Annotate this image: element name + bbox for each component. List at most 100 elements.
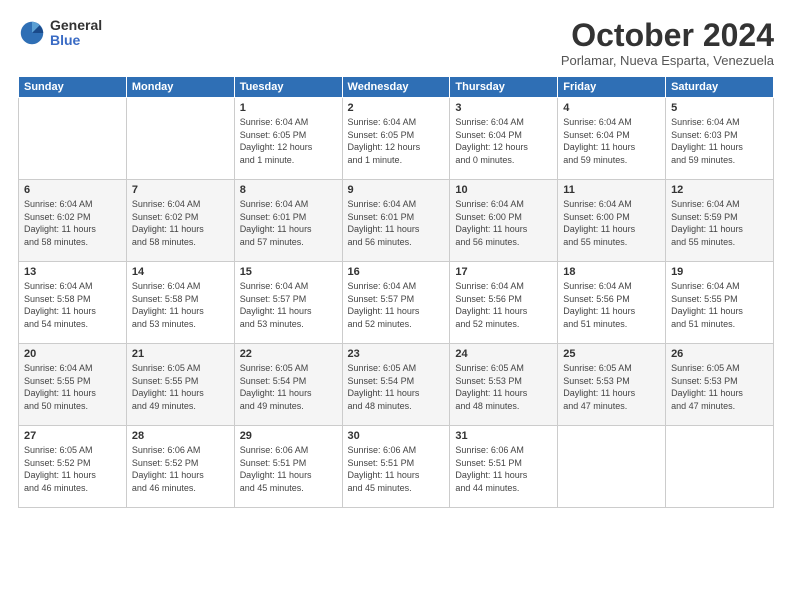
day-cell-4-5 bbox=[558, 426, 666, 508]
day-cell-2-1: 14 Sunrise: 6:04 AM Sunset: 5:58 PM Dayli… bbox=[126, 262, 234, 344]
day-info: Sunrise: 6:04 AM Sunset: 5:56 PM Dayligh… bbox=[455, 280, 552, 330]
header-thursday: Thursday bbox=[450, 77, 558, 98]
day-cell-1-5: 11Sunrise: 6:04 AM Sunset: 6:00 PM Dayli… bbox=[558, 180, 666, 262]
day-number: 23 bbox=[348, 348, 445, 360]
day-number: 6 bbox=[24, 184, 121, 196]
day-cell-3-2: 22 Sunrise: 6:05 AM Sunset: 5:54 PM Dayli… bbox=[234, 344, 342, 426]
day-number: 4 bbox=[563, 102, 660, 114]
day-number: 8 bbox=[240, 184, 337, 196]
day-info: Sunrise: 6:06 AM Sunset: 5:51 PM Dayligh… bbox=[348, 444, 445, 494]
logo-general: General bbox=[50, 18, 102, 33]
day-cell-0-4: 3 Sunrise: 6:04 AM Sunset: 6:04 PM Daylig… bbox=[450, 98, 558, 180]
day-number: 14 bbox=[132, 266, 229, 278]
day-info: Sunrise: 6:05 AM Sunset: 5:55 PM Dayligh… bbox=[132, 362, 229, 412]
day-cell-2-2: 15 Sunrise: 6:04 AM Sunset: 5:57 PM Dayli… bbox=[234, 262, 342, 344]
day-cell-1-6: 12Sunrise: 6:04 AM Sunset: 5:59 PM Dayli… bbox=[666, 180, 774, 262]
day-cell-0-1 bbox=[126, 98, 234, 180]
day-info: Sunrise: 6:06 AM Sunset: 5:52 PM Dayligh… bbox=[132, 444, 229, 494]
day-cell-1-1: 7 Sunrise: 6:04 AM Sunset: 6:02 PM Daylig… bbox=[126, 180, 234, 262]
day-number: 3 bbox=[455, 102, 552, 114]
title-section: October 2024 Porlamar, Nueva Esparta, Ve… bbox=[561, 18, 774, 68]
day-cell-4-1: 28Sunrise: 6:06 AM Sunset: 5:52 PM Dayli… bbox=[126, 426, 234, 508]
header-saturday: Saturday bbox=[666, 77, 774, 98]
day-info: Sunrise: 6:04 AM Sunset: 6:04 PM Dayligh… bbox=[563, 116, 660, 166]
day-cell-2-0: 13 Sunrise: 6:04 AM Sunset: 5:58 PM Dayli… bbox=[19, 262, 127, 344]
day-number: 5 bbox=[671, 102, 768, 114]
day-cell-3-3: 23Sunrise: 6:05 AM Sunset: 5:54 PM Dayli… bbox=[342, 344, 450, 426]
day-number: 30 bbox=[348, 430, 445, 442]
day-number: 22 bbox=[240, 348, 337, 360]
day-number: 31 bbox=[455, 430, 552, 442]
day-number: 16 bbox=[348, 266, 445, 278]
day-cell-3-4: 24 Sunrise: 6:05 AM Sunset: 5:53 PM Dayli… bbox=[450, 344, 558, 426]
header-friday: Friday bbox=[558, 77, 666, 98]
day-info: Sunrise: 6:04 AM Sunset: 6:02 PM Dayligh… bbox=[132, 198, 229, 248]
day-cell-2-5: 18 Sunrise: 6:04 AM Sunset: 5:56 PM Dayli… bbox=[558, 262, 666, 344]
day-info: Sunrise: 6:04 AM Sunset: 5:58 PM Dayligh… bbox=[132, 280, 229, 330]
calendar-table: Sunday Monday Tuesday Wednesday Thursday… bbox=[18, 76, 774, 508]
week-row-2: 13 Sunrise: 6:04 AM Sunset: 5:58 PM Dayli… bbox=[19, 262, 774, 344]
day-cell-2-3: 16 Sunrise: 6:04 AM Sunset: 5:57 PM Dayli… bbox=[342, 262, 450, 344]
day-number: 15 bbox=[240, 266, 337, 278]
day-info: Sunrise: 6:04 AM Sunset: 5:55 PM Dayligh… bbox=[671, 280, 768, 330]
day-number: 1 bbox=[240, 102, 337, 114]
day-number: 11 bbox=[563, 184, 660, 196]
calendar-page: General Blue October 2024 Porlamar, Nuev… bbox=[0, 0, 792, 612]
day-number: 26 bbox=[671, 348, 768, 360]
day-info: Sunrise: 6:04 AM Sunset: 5:57 PM Dayligh… bbox=[240, 280, 337, 330]
day-number: 10 bbox=[455, 184, 552, 196]
day-info: Sunrise: 6:04 AM Sunset: 5:57 PM Dayligh… bbox=[348, 280, 445, 330]
week-row-3: 20 Sunrise: 6:04 AM Sunset: 5:55 PM Dayli… bbox=[19, 344, 774, 426]
day-cell-1-4: 10 Sunrise: 6:04 AM Sunset: 6:00 PM Dayli… bbox=[450, 180, 558, 262]
day-number: 7 bbox=[132, 184, 229, 196]
day-cell-3-6: 26Sunrise: 6:05 AM Sunset: 5:53 PM Dayli… bbox=[666, 344, 774, 426]
day-info: Sunrise: 6:04 AM Sunset: 6:02 PM Dayligh… bbox=[24, 198, 121, 248]
day-info: Sunrise: 6:04 AM Sunset: 5:56 PM Dayligh… bbox=[563, 280, 660, 330]
day-number: 13 bbox=[24, 266, 121, 278]
day-number: 9 bbox=[348, 184, 445, 196]
month-title: October 2024 bbox=[561, 18, 774, 53]
day-info: Sunrise: 6:04 AM Sunset: 5:55 PM Dayligh… bbox=[24, 362, 121, 412]
day-info: Sunrise: 6:04 AM Sunset: 5:59 PM Dayligh… bbox=[671, 198, 768, 248]
day-cell-1-2: 8 Sunrise: 6:04 AM Sunset: 6:01 PM Daylig… bbox=[234, 180, 342, 262]
day-number: 21 bbox=[132, 348, 229, 360]
day-number: 27 bbox=[24, 430, 121, 442]
day-cell-4-2: 29 Sunrise: 6:06 AM Sunset: 5:51 PM Dayli… bbox=[234, 426, 342, 508]
day-number: 17 bbox=[455, 266, 552, 278]
location-subtitle: Porlamar, Nueva Esparta, Venezuela bbox=[561, 53, 774, 68]
day-number: 20 bbox=[24, 348, 121, 360]
day-info: Sunrise: 6:04 AM Sunset: 6:00 PM Dayligh… bbox=[455, 198, 552, 248]
logo-text: General Blue bbox=[50, 18, 102, 49]
day-number: 29 bbox=[240, 430, 337, 442]
logo-blue: Blue bbox=[50, 33, 102, 48]
day-number: 24 bbox=[455, 348, 552, 360]
day-number: 19 bbox=[671, 266, 768, 278]
day-number: 18 bbox=[563, 266, 660, 278]
day-info: Sunrise: 6:04 AM Sunset: 6:05 PM Dayligh… bbox=[348, 116, 445, 166]
day-info: Sunrise: 6:05 AM Sunset: 5:53 PM Dayligh… bbox=[455, 362, 552, 412]
day-info: Sunrise: 6:04 AM Sunset: 6:01 PM Dayligh… bbox=[348, 198, 445, 248]
day-cell-4-4: 31 Sunrise: 6:06 AM Sunset: 5:51 PM Dayli… bbox=[450, 426, 558, 508]
day-info: Sunrise: 6:04 AM Sunset: 6:04 PM Dayligh… bbox=[455, 116, 552, 166]
day-number: 25 bbox=[563, 348, 660, 360]
day-info: Sunrise: 6:05 AM Sunset: 5:53 PM Dayligh… bbox=[563, 362, 660, 412]
header-wednesday: Wednesday bbox=[342, 77, 450, 98]
day-info: Sunrise: 6:05 AM Sunset: 5:54 PM Dayligh… bbox=[240, 362, 337, 412]
day-cell-0-0 bbox=[19, 98, 127, 180]
day-cell-4-6 bbox=[666, 426, 774, 508]
day-cell-1-0: 6 Sunrise: 6:04 AM Sunset: 6:02 PM Daylig… bbox=[19, 180, 127, 262]
day-cell-4-3: 30 Sunrise: 6:06 AM Sunset: 5:51 PM Dayli… bbox=[342, 426, 450, 508]
day-info: Sunrise: 6:04 AM Sunset: 6:03 PM Dayligh… bbox=[671, 116, 768, 166]
day-info: Sunrise: 6:04 AM Sunset: 5:58 PM Dayligh… bbox=[24, 280, 121, 330]
week-row-1: 6 Sunrise: 6:04 AM Sunset: 6:02 PM Daylig… bbox=[19, 180, 774, 262]
day-cell-0-5: 4 Sunrise: 6:04 AM Sunset: 6:04 PM Daylig… bbox=[558, 98, 666, 180]
header-monday: Monday bbox=[126, 77, 234, 98]
week-row-4: 27Sunrise: 6:05 AM Sunset: 5:52 PM Dayli… bbox=[19, 426, 774, 508]
day-info: Sunrise: 6:06 AM Sunset: 5:51 PM Dayligh… bbox=[455, 444, 552, 494]
header-sunday: Sunday bbox=[19, 77, 127, 98]
day-info: Sunrise: 6:04 AM Sunset: 6:01 PM Dayligh… bbox=[240, 198, 337, 248]
day-cell-3-0: 20 Sunrise: 6:04 AM Sunset: 5:55 PM Dayli… bbox=[19, 344, 127, 426]
day-cell-2-6: 19 Sunrise: 6:04 AM Sunset: 5:55 PM Dayli… bbox=[666, 262, 774, 344]
week-row-0: 1 Sunrise: 6:04 AM Sunset: 6:05 PM Daylig… bbox=[19, 98, 774, 180]
day-info: Sunrise: 6:06 AM Sunset: 5:51 PM Dayligh… bbox=[240, 444, 337, 494]
